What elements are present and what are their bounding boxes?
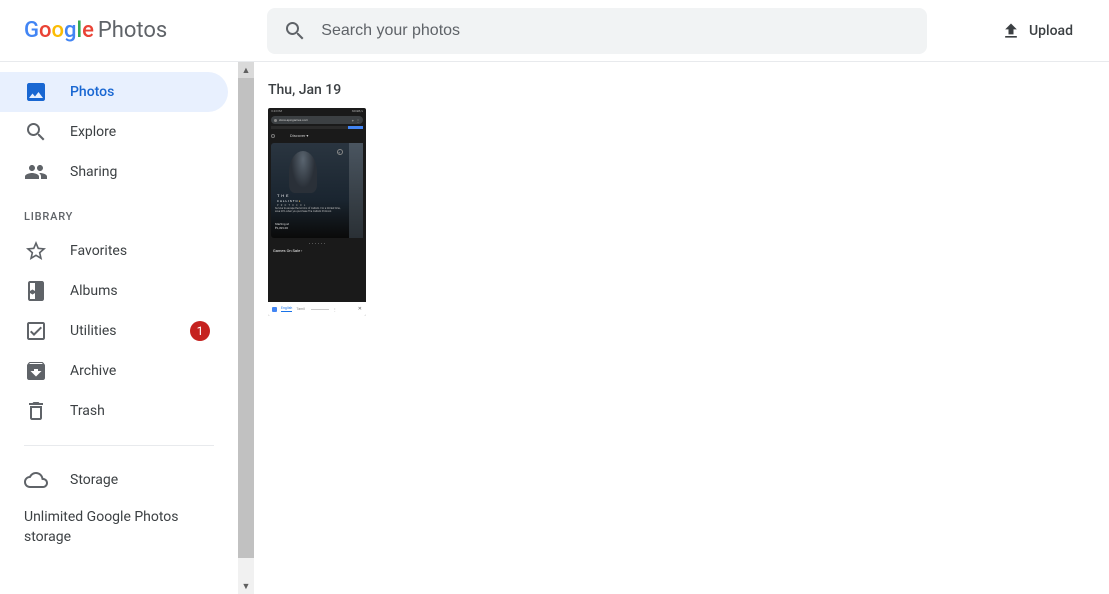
photos-icon	[24, 80, 48, 104]
sidebar-item-sharing[interactable]: Sharing	[0, 152, 228, 192]
photo-thumbnail[interactable]: 3:43 PM 300kB/s store.epicgames.com + ⋮ …	[268, 108, 366, 316]
nav-label: Sharing	[70, 164, 117, 180]
sidebar-item-albums[interactable]: Albums	[0, 271, 228, 311]
sidebar-item-utilities[interactable]: Utilities 1	[0, 311, 228, 351]
thumb-url-text: store.epicgames.com	[279, 118, 308, 122]
sidebar-item-trash[interactable]: Trash	[0, 391, 228, 431]
app-header: Google Photos Upload	[0, 0, 1109, 62]
sidebar-item-photos[interactable]: Photos	[0, 72, 228, 112]
nav-label: Utilities	[70, 323, 117, 339]
google-photos-logo[interactable]: Google Photos	[24, 18, 167, 43]
thumb-price: ₹2,499.00	[275, 226, 289, 230]
star-icon	[24, 239, 48, 263]
sidebar-item-explore[interactable]: Explore	[0, 112, 228, 152]
logo-product-text: Photos	[98, 18, 167, 43]
archive-icon	[24, 359, 48, 383]
nav-label: Storage	[70, 472, 118, 488]
upload-icon	[1001, 21, 1021, 41]
date-group-header: Thu, Jan 19	[268, 82, 1095, 98]
divider	[24, 445, 214, 446]
sidebar-item-favorites[interactable]: Favorites	[0, 231, 228, 271]
sidebar-scrollbar[interactable]: ▲ ▼	[238, 62, 254, 594]
trash-icon	[24, 399, 48, 423]
search-icon	[283, 19, 307, 43]
people-icon	[24, 160, 48, 184]
thumb-status-net: 300kB/s	[352, 109, 363, 113]
search-input[interactable]	[321, 22, 911, 40]
sidebar-item-storage[interactable]: Storage	[0, 460, 228, 500]
thumb-translate-bar: English Tamil ⋮ ✕	[268, 302, 366, 316]
nav-label: Explore	[70, 124, 116, 140]
cloud-icon	[24, 468, 48, 492]
scroll-down-arrow[interactable]: ▼	[238, 578, 254, 594]
thumb-status-time: 3:43 PM	[271, 109, 282, 113]
search-bar[interactable]	[267, 8, 927, 54]
thumb-url-bar: store.epicgames.com + ⋮	[271, 116, 363, 124]
album-icon	[24, 279, 48, 303]
close-icon: ✕	[358, 306, 362, 312]
main-content: Thu, Jan 19 3:43 PM 300kB/s store.epicga…	[254, 62, 1109, 594]
thumb-discover: Discover ▾	[290, 133, 308, 138]
sidebar-item-archive[interactable]: Archive	[0, 351, 228, 391]
thumb-game-title1: T H E	[277, 193, 289, 198]
utilities-icon	[24, 319, 48, 343]
scroll-thumb[interactable]	[238, 78, 254, 558]
library-section-label: LIBRARY	[0, 192, 238, 231]
scroll-up-arrow[interactable]: ▲	[238, 62, 254, 78]
nav-label: Favorites	[70, 243, 127, 259]
search-icon	[24, 120, 48, 144]
upload-label: Upload	[1029, 23, 1073, 39]
storage-text: Unlimited Google Photos storage	[0, 500, 238, 555]
thumb-sale-label: Games On Sale ›	[268, 246, 366, 255]
nav-label: Archive	[70, 363, 116, 379]
nav-label: Albums	[70, 283, 118, 299]
thumb-lang-tab1: English	[281, 306, 292, 312]
utilities-badge: 1	[190, 321, 210, 341]
thumb-discover-row: Discover ▾	[271, 133, 363, 138]
nav-label: Photos	[70, 84, 114, 100]
sidebar: Photos Explore Sharing LIBRARY Favorites…	[0, 62, 238, 594]
thumb-desc: Survive to escape the horrors of Callist…	[275, 207, 345, 214]
thumb-lang-tab2: Tamil	[296, 307, 305, 311]
thumb-game-title2: CALLISTO	[277, 199, 299, 203]
thumb-hero-card: + T H E CALLISTO● P R O T O C O L Surviv…	[271, 143, 363, 238]
nav-label: Trash	[70, 403, 105, 419]
upload-button[interactable]: Upload	[989, 13, 1085, 49]
